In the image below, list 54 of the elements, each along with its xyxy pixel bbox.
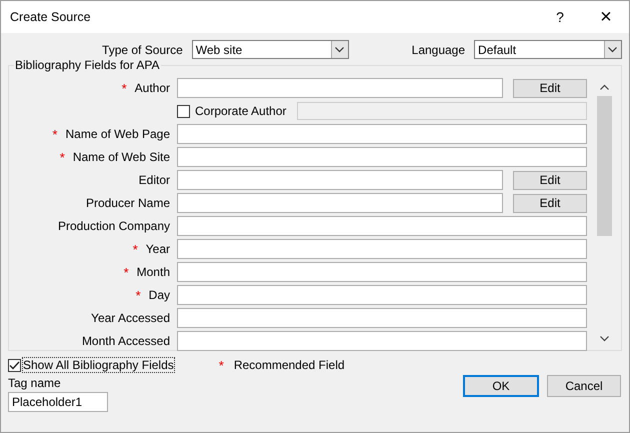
help-button[interactable]: ? [537,9,583,25]
text-field[interactable] [177,239,587,259]
chevron-down-icon [335,46,344,52]
text-field[interactable] [177,262,587,282]
checkbox-label: Corporate Author [195,104,288,118]
asterisk-text: * [122,80,127,96]
text-field[interactable] [177,216,587,236]
chevron-down-icon [608,46,618,52]
text-field[interactable] [177,308,587,328]
text-field[interactable] [177,331,587,351]
checkbox[interactable] [177,104,190,118]
window-title: Create Source [9,10,92,24]
chevron-up-icon [600,84,609,90]
close-button[interactable]: × [583,6,629,28]
cancel-button[interactable]: Cancel [547,375,621,397]
edit-button[interactable]: Edit [513,170,587,190]
text-field[interactable] [177,124,587,144]
tag-name-label: Tag name [8,376,62,390]
field-label: Author [134,81,170,95]
tag-name-field[interactable]: Placeholder1 [8,392,108,412]
field-label: Year [146,242,170,256]
chevron-down-icon [600,336,609,342]
field-label: Editor [138,173,170,187]
asterisk-text: * [218,358,224,372]
field-label: Producer Name [86,196,170,210]
group-title: Bibliography Fields for APA [14,58,161,72]
language-dropdown[interactable]: Default [474,40,622,59]
text-field[interactable] [177,193,503,213]
field-label: Production Company [58,219,170,233]
field-label: Month Accessed [82,334,170,348]
field-label: Name of Web Site [72,150,170,164]
asterisk-text: * [136,288,141,302]
asterisk-text: * [52,126,58,142]
type-of-source-label: Type of Source [101,42,183,56]
edit-button[interactable]: Edit [513,194,587,212]
legend-text: Recommended Field [234,358,345,372]
text-field[interactable] [177,78,503,98]
field-label: Day [148,288,170,302]
field-label: Month [136,265,170,279]
text-field[interactable] [177,147,587,167]
language-label: Language [412,42,466,56]
text-field[interactable] [177,285,587,305]
field-label: Name of Web Page [65,127,170,141]
type-of-source-dropdown[interactable]: Web site [192,40,349,59]
asterisk-text: * [132,242,138,256]
field-label: Year Accessed [91,311,170,325]
asterisk-text: * [124,264,129,280]
text-field[interactable] [177,170,503,190]
asterisk-text: * [60,150,65,164]
ok-button[interactable]: OK [463,375,539,397]
edit-button[interactable]: Edit [513,78,587,98]
checkbox-label: Show All Bibliography Fields [23,358,174,372]
scrollbar-thumb[interactable] [597,96,612,236]
checkbox[interactable] [8,358,21,372]
